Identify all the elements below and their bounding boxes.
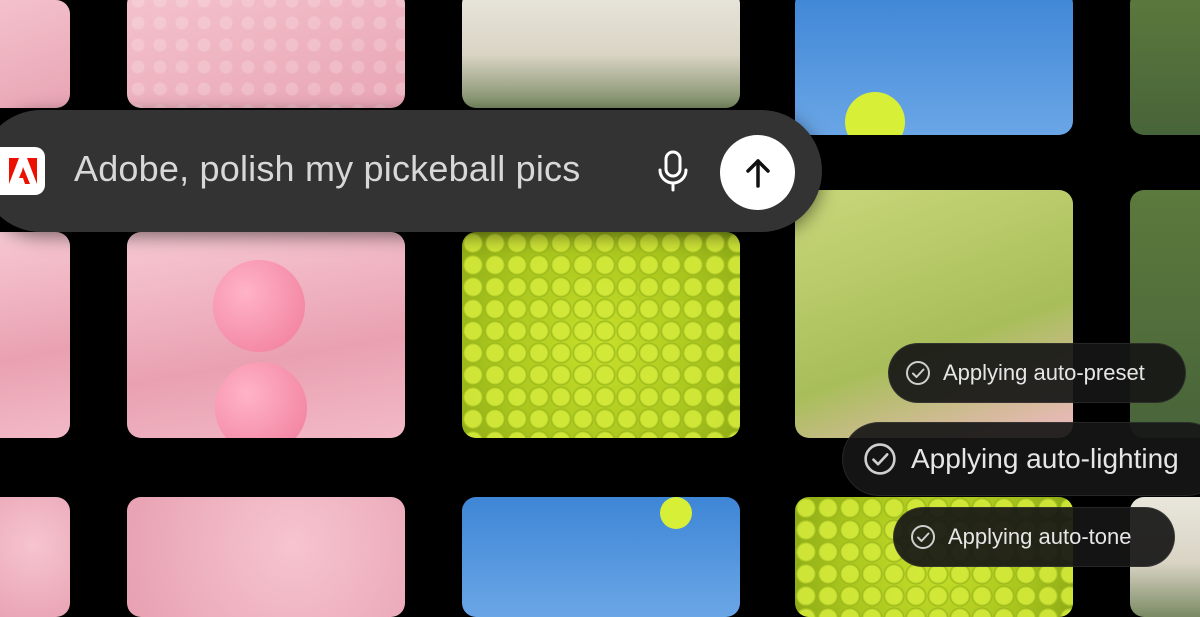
pickleball-image (660, 497, 692, 529)
status-pill-auto-lighting: Applying auto-lighting (842, 422, 1200, 496)
microphone-icon[interactable] (654, 150, 692, 194)
pickleball-image (213, 260, 305, 352)
pickleball-image (215, 362, 307, 438)
status-pill-auto-tone: Applying auto-tone (893, 507, 1175, 567)
status-pill-label: Applying auto-tone (948, 524, 1132, 549)
status-pill-label: Applying auto-lighting (911, 443, 1179, 474)
prompt-input[interactable]: Adobe, polish my pickeball pics (74, 148, 580, 190)
photo-tile[interactable] (0, 232, 70, 438)
photo-tile[interactable] (127, 232, 405, 438)
status-pill-label: Applying auto-preset (943, 360, 1145, 385)
photo-tile[interactable] (462, 232, 740, 438)
photo-tile[interactable] (1130, 0, 1200, 135)
check-circle-icon (911, 525, 935, 549)
photo-texture (462, 232, 740, 438)
photo-tile[interactable] (462, 0, 740, 108)
arrow-up-icon (745, 158, 770, 188)
send-button[interactable] (720, 135, 795, 210)
photo-tile[interactable] (795, 0, 1073, 135)
status-pill-auto-preset: Applying auto-preset (888, 343, 1186, 403)
photo-tile[interactable] (462, 497, 740, 617)
photo-tile[interactable] (127, 0, 405, 108)
photo-tile[interactable] (127, 497, 405, 617)
pickleball-image (845, 92, 905, 135)
check-circle-icon (864, 443, 896, 475)
photo-tile[interactable] (0, 0, 70, 108)
adobe-logo-icon (0, 147, 45, 195)
photo-tile[interactable] (0, 497, 70, 617)
check-circle-icon (906, 361, 930, 385)
photo-texture (127, 0, 405, 108)
